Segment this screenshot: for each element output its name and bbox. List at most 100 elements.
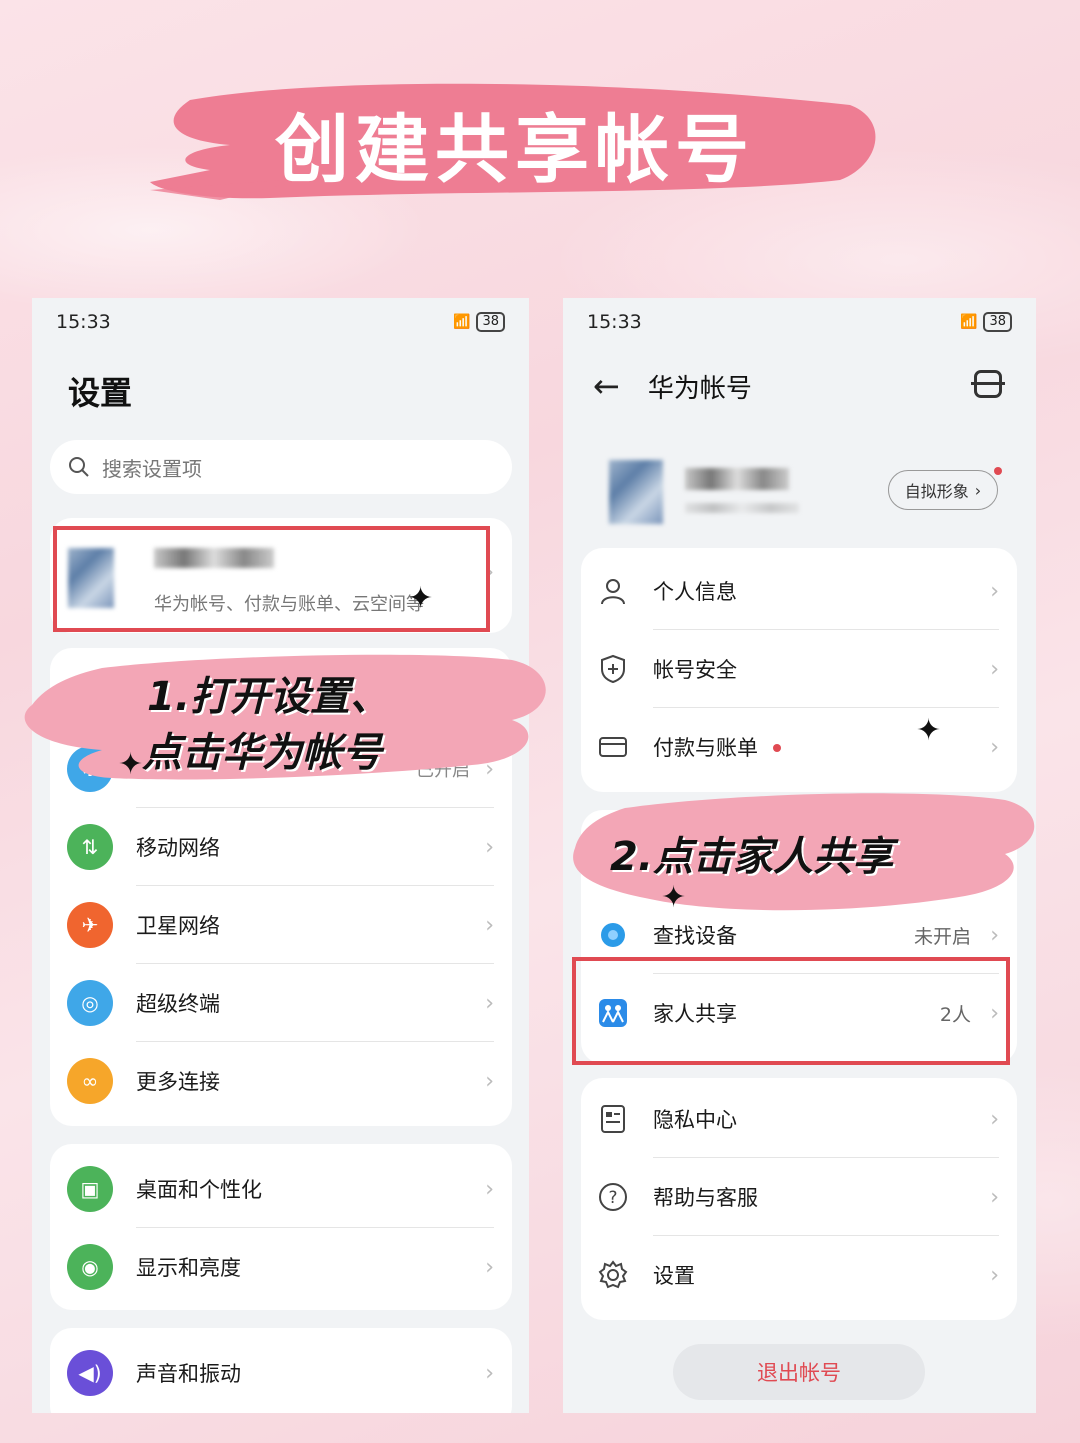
search-icon xyxy=(69,457,89,477)
step2-banner: 2.点击家人共享 xyxy=(565,788,1040,923)
chevron-right-icon: › xyxy=(990,1262,999,1288)
highlight-box xyxy=(53,526,490,632)
list-item[interactable]: 帐号安全 › xyxy=(581,630,1017,708)
list-item[interactable]: 隐私中心 › xyxy=(581,1080,1017,1158)
wifi-icon: 📶 xyxy=(453,314,471,330)
chevron-right-icon: › xyxy=(990,1106,999,1132)
list-item[interactable]: 设置 › xyxy=(581,1236,1017,1314)
item-label: 隐私中心 xyxy=(653,1108,737,1132)
satellite-icon: ✈ xyxy=(67,902,113,948)
list-item[interactable]: ◀) 声音和振动 › xyxy=(50,1334,512,1412)
logout-button[interactable]: 退出帐号 xyxy=(673,1344,925,1400)
privacy-icon xyxy=(597,1103,629,1135)
search-input[interactable]: 搜索设置项 xyxy=(50,440,512,494)
list-item[interactable]: 付款与账单 › xyxy=(581,708,1017,786)
page-title: 华为帐号 xyxy=(647,373,752,404)
status-time: 15:33 xyxy=(587,311,642,333)
account-id-blurred xyxy=(685,503,799,513)
list-item[interactable]: ⇅ 移动网络 › xyxy=(50,808,512,886)
item-label: 帮助与客服 xyxy=(653,1186,758,1210)
list-item[interactable]: ▣ 桌面和个性化 › xyxy=(50,1150,512,1228)
chevron-right-icon: › xyxy=(990,578,999,604)
card-icon xyxy=(597,731,629,763)
chevron-right-icon: › xyxy=(485,1254,494,1280)
chevron-right-icon: › xyxy=(485,990,494,1016)
chevron-right-icon: › xyxy=(990,922,999,948)
list-item[interactable]: ◉ 显示和亮度 › xyxy=(50,1228,512,1306)
wallpaper-icon: ▣ xyxy=(67,1166,113,1212)
sparkle-icon: ✦ xyxy=(916,713,942,748)
gear-icon xyxy=(597,1259,629,1291)
sparkle-icon: ✦ xyxy=(118,747,144,782)
status-bar: 15:33 📶 38 xyxy=(56,310,505,334)
scan-icon[interactable] xyxy=(971,370,1005,398)
sparkle-icon: ✦ xyxy=(661,880,687,915)
avatar-button-label: 自拟形象 xyxy=(904,482,969,501)
account-card: 个人信息 › 帐号安全 › 付款与账单 › xyxy=(581,548,1017,792)
sound-icon: ◀) xyxy=(67,1350,113,1396)
sound-card: ◀) 声音和振动 › xyxy=(50,1328,512,1413)
item-label: 更多连接 xyxy=(136,1070,220,1094)
person-icon xyxy=(597,575,629,607)
page-heading: 创建共享帐号 xyxy=(275,107,755,193)
item-label: 声音和振动 xyxy=(136,1362,241,1386)
list-item[interactable]: ◎ 超级终端 › xyxy=(50,964,512,1042)
svg-text:?: ? xyxy=(608,1188,617,1208)
mobile-network-icon: ⇅ xyxy=(67,824,113,870)
wifi-icon: 📶 xyxy=(960,314,978,330)
item-value: 未开启 xyxy=(913,925,971,948)
chevron-right-icon: › xyxy=(990,1184,999,1210)
page-title: 设置 xyxy=(68,374,133,412)
title-banner: 创建共享帐号 xyxy=(150,70,880,210)
list-item[interactable]: ? 帮助与客服 › xyxy=(581,1158,1017,1236)
battery-icon: 38 xyxy=(476,312,505,332)
chevron-right-icon: › xyxy=(485,1068,494,1094)
shield-icon xyxy=(597,653,629,685)
item-label: 显示和亮度 xyxy=(136,1256,241,1280)
item-label: 移动网络 xyxy=(136,836,220,860)
settings-screen: 15:33 📶 38 设置 搜索设置项 华为帐号、付款与账单、云空间等 › ✱ … xyxy=(32,298,529,1413)
item-label: 个人信息 xyxy=(653,580,737,604)
help-icon: ? xyxy=(597,1181,629,1213)
item-label: 设置 xyxy=(653,1264,695,1288)
sparkle-icon: ✦ xyxy=(408,581,434,616)
chevron-right-icon: › xyxy=(485,912,494,938)
avatar xyxy=(609,460,663,524)
item-label: 查找设备 xyxy=(653,924,737,948)
notification-dot xyxy=(773,744,781,752)
search-placeholder: 搜索设置项 xyxy=(102,456,202,481)
chevron-right-icon: › xyxy=(974,480,982,500)
link-icon: ∞ xyxy=(67,1058,113,1104)
account-name-blurred xyxy=(685,468,789,490)
status-bar: 15:33 📶 38 xyxy=(587,310,1012,334)
item-label: 卫星网络 xyxy=(136,914,220,938)
display-card: ▣ 桌面和个性化 › ◉ 显示和亮度 › xyxy=(50,1144,512,1310)
chevron-right-icon: › xyxy=(990,656,999,682)
highlight-box xyxy=(572,957,1010,1065)
eye-icon: ◉ xyxy=(67,1244,113,1290)
support-card: 隐私中心 › ? 帮助与客服 › 设置 › xyxy=(581,1078,1017,1320)
notification-dot xyxy=(994,467,1002,475)
list-item[interactable]: ✈ 卫星网络 › xyxy=(50,886,512,964)
step1-banner: 1.打开设置、 点击华为帐号 xyxy=(12,650,552,790)
list-item[interactable]: 个人信息 › xyxy=(581,552,1017,630)
step1-line1: 1.打开设置、 xyxy=(147,674,391,720)
back-arrow-icon[interactable]: ← xyxy=(593,367,620,405)
status-time: 15:33 xyxy=(56,311,111,333)
find-device-icon xyxy=(597,919,629,951)
chevron-right-icon: › xyxy=(485,1360,494,1386)
chevron-right-icon: › xyxy=(485,834,494,860)
list-item[interactable]: ∞ 更多连接 › xyxy=(50,1042,512,1120)
item-label: 桌面和个性化 xyxy=(136,1178,262,1202)
item-label: 付款与账单 xyxy=(653,736,758,760)
step1-line2: 点击华为帐号 xyxy=(142,730,382,776)
super-device-icon: ◎ xyxy=(67,980,113,1026)
chevron-right-icon: › xyxy=(485,1176,494,1202)
item-label: 帐号安全 xyxy=(653,658,737,682)
header: ← 华为帐号 xyxy=(593,366,1006,406)
item-label: 超级终端 xyxy=(136,992,220,1016)
avatar-button[interactable]: 自拟形象 › xyxy=(888,470,998,510)
step2-text: 2.点击家人共享 xyxy=(610,834,894,880)
chevron-right-icon: › xyxy=(990,734,999,760)
battery-icon: 38 xyxy=(983,312,1012,332)
